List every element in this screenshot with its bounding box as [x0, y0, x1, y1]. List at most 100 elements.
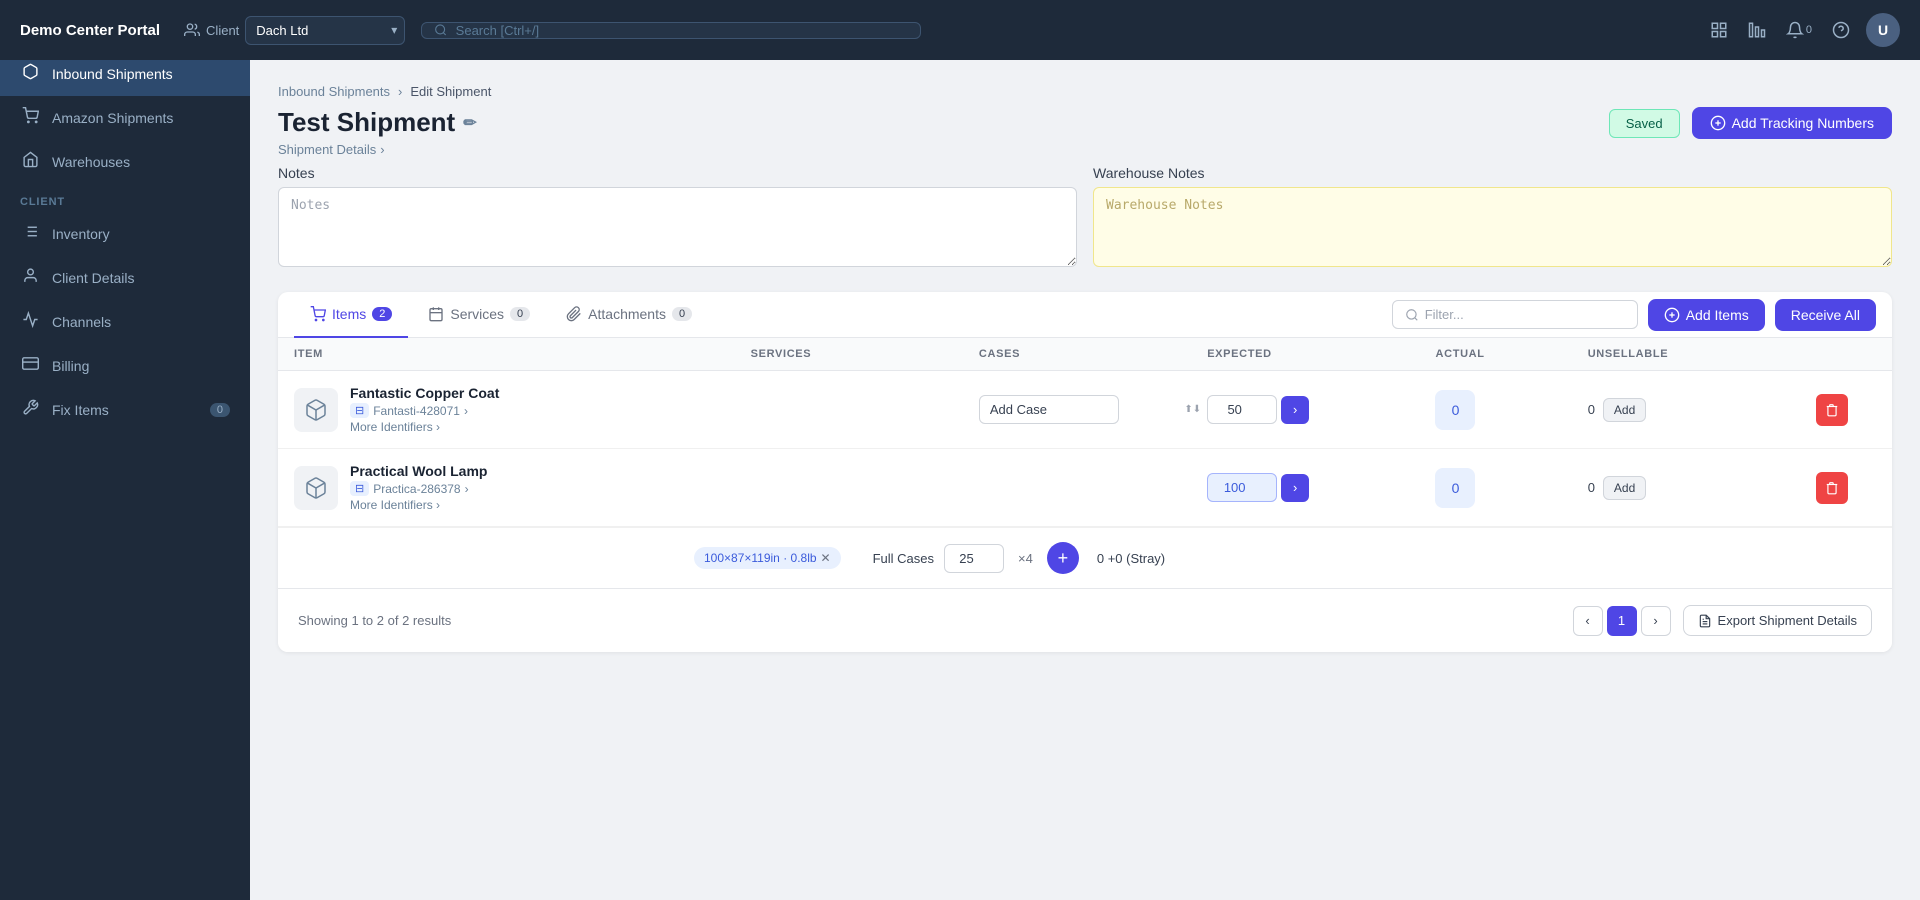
inventory-icon	[20, 223, 40, 245]
sidebar-item-amazon-shipments[interactable]: Amazon Shipments	[0, 96, 250, 140]
cases-footer: 100×87×119in · 0.8lb ✕ Full Cases ×4 + 0…	[278, 527, 1892, 588]
add-tracking-numbers-button[interactable]: Add Tracking Numbers	[1692, 107, 1892, 139]
attachment-icon	[566, 306, 582, 322]
item-expected-1: ›	[1207, 395, 1435, 424]
sidebar: Dashboard Inbound Shipments Amazon Shipm…	[0, 0, 250, 900]
item-icon-2	[294, 466, 338, 510]
sidebar-item-fix-items[interactable]: Fix Items 0	[0, 388, 250, 432]
edit-title-icon[interactable]: ✏	[463, 113, 476, 133]
notes-section: Notes	[278, 165, 1077, 272]
analytics-btn[interactable]	[1744, 17, 1770, 43]
item-sku-1: ⊟ Fantasti-428071 ›	[350, 403, 499, 418]
warehouse-notes-label: Warehouse Notes	[1093, 165, 1892, 181]
sidebar-item-label: Client Details	[52, 270, 134, 286]
tab-services[interactable]: Services 0	[412, 292, 546, 338]
client-select-wrap: Dach Ltd	[245, 16, 405, 45]
export-icon	[1698, 614, 1712, 628]
tab-attachments[interactable]: Attachments 0	[550, 292, 708, 338]
sidebar-item-inventory[interactable]: Inventory	[0, 212, 250, 256]
th-actions	[1816, 348, 1876, 360]
tab-items[interactable]: Items 2	[294, 292, 408, 338]
client-section-label: CLIENT	[0, 184, 250, 212]
saved-badge: Saved	[1609, 109, 1680, 138]
services-icon	[428, 306, 444, 322]
th-item: ITEM	[294, 348, 751, 360]
full-cases-input-wrap	[944, 544, 1004, 573]
receive-all-button[interactable]: Receive All	[1775, 299, 1876, 331]
multiplier-label: ×4	[1014, 551, 1037, 566]
filter-input[interactable]	[1425, 307, 1625, 322]
item-actual-2: 0	[1435, 468, 1587, 508]
case-tag-close[interactable]: ✕	[821, 551, 831, 565]
expected-arrow-2[interactable]: ›	[1281, 474, 1309, 502]
case-select-1[interactable]: Add Case	[979, 395, 1119, 424]
item-details-2: Practical Wool Lamp ⊟ Practica-286378 › …	[350, 463, 487, 512]
breadcrumb-parent[interactable]: Inbound Shipments	[278, 84, 390, 99]
shipment-details-link[interactable]: Shipment Details ›	[278, 142, 477, 157]
th-cases: CASES	[979, 348, 1207, 360]
table-row: Fantastic Copper Coat ⊟ Fantasti-428071 …	[278, 371, 1892, 449]
fix-items-badge: 0	[210, 403, 230, 417]
warehouse-notes-textarea[interactable]	[1093, 187, 1892, 267]
page-prev-btn[interactable]: ‹	[1573, 606, 1603, 636]
notes-row: Notes Warehouse Notes	[278, 165, 1892, 272]
items-tab-badge: 2	[372, 307, 392, 321]
export-shipment-button[interactable]: Export Shipment Details	[1683, 605, 1872, 636]
sidebar-item-label: Channels	[52, 314, 111, 330]
filter-wrap	[1392, 300, 1638, 329]
unsellable-add-btn-2[interactable]: Add	[1603, 476, 1646, 500]
sidebar-item-channels[interactable]: Channels	[0, 300, 250, 344]
search-input[interactable]	[456, 23, 909, 38]
sidebar-item-client-details[interactable]: Client Details	[0, 256, 250, 300]
brand-title: Demo Center Portal	[20, 22, 160, 39]
case-select-wrap-1: Add Case	[979, 395, 1207, 424]
page-next-btn[interactable]: ›	[1641, 606, 1671, 636]
expected-input-2[interactable]	[1207, 473, 1277, 502]
add-case-button[interactable]: +	[1047, 542, 1079, 574]
warehouse-icon	[20, 151, 40, 173]
sidebar-item-billing[interactable]: Billing	[0, 344, 250, 388]
notifications-grid-btn[interactable]	[1706, 17, 1732, 43]
add-items-plus-icon	[1664, 307, 1680, 323]
item-name-1: Fantastic Copper Coat	[350, 385, 499, 401]
client-dropdown[interactable]: Dach Ltd	[245, 16, 405, 45]
item-delete-wrap-1	[1816, 394, 1876, 426]
th-actual: ACTUAL	[1435, 348, 1587, 360]
unsellable-add-btn-1[interactable]: Add	[1603, 398, 1646, 422]
item-more-identifiers-1[interactable]: More Identifiers ›	[350, 420, 499, 434]
search-icon	[434, 23, 447, 37]
page-1-btn[interactable]: 1	[1607, 606, 1637, 636]
sidebar-nav: Dashboard Inbound Shipments Amazon Shipm…	[0, 0, 250, 900]
billing-icon	[20, 355, 40, 377]
breadcrumb: Inbound Shipments › Edit Shipment	[278, 84, 1892, 99]
notes-textarea[interactable]	[278, 187, 1077, 267]
services-tab-badge: 0	[510, 307, 530, 321]
expected-arrow-1[interactable]: ›	[1281, 396, 1309, 424]
help-btn[interactable]	[1828, 17, 1854, 43]
th-expected: EXPECTED	[1207, 348, 1435, 360]
item-info-1: Fantastic Copper Coat ⊟ Fantasti-428071 …	[294, 385, 751, 434]
expected-input-1[interactable]	[1207, 395, 1277, 424]
search-bar	[421, 22, 921, 39]
item-sku-2: ⊟ Practica-286378 ›	[350, 481, 487, 496]
fix-items-icon	[20, 399, 40, 421]
amazon-icon	[20, 107, 40, 129]
item-more-identifiers-2[interactable]: More Identifiers ›	[350, 498, 487, 512]
avatar[interactable]: U	[1866, 13, 1900, 47]
sidebar-item-label: Inbound Shipments	[52, 66, 173, 82]
sidebar-item-label: Fix Items	[52, 402, 109, 418]
item-actual-1: 0	[1435, 390, 1587, 430]
topnav-right: 0 U	[1706, 13, 1900, 47]
full-cases-input[interactable]	[944, 544, 1004, 573]
delete-row-btn-1[interactable]	[1816, 394, 1848, 426]
item-cases-1: Add Case	[979, 395, 1207, 424]
sidebar-item-warehouses[interactable]: Warehouses	[0, 140, 250, 184]
stray-info: 0 +0 (Stray)	[1097, 551, 1165, 566]
bell-btn[interactable]: 0	[1782, 17, 1816, 43]
case-tag: 100×87×119in · 0.8lb ✕	[694, 547, 841, 569]
item-name-2: Practical Wool Lamp	[350, 463, 487, 479]
delete-row-btn-2[interactable]	[1816, 472, 1848, 504]
trash-icon-2	[1825, 481, 1839, 495]
item-info-2: Practical Wool Lamp ⊟ Practica-286378 › …	[294, 463, 751, 512]
add-items-button[interactable]: Add Items	[1648, 299, 1765, 331]
